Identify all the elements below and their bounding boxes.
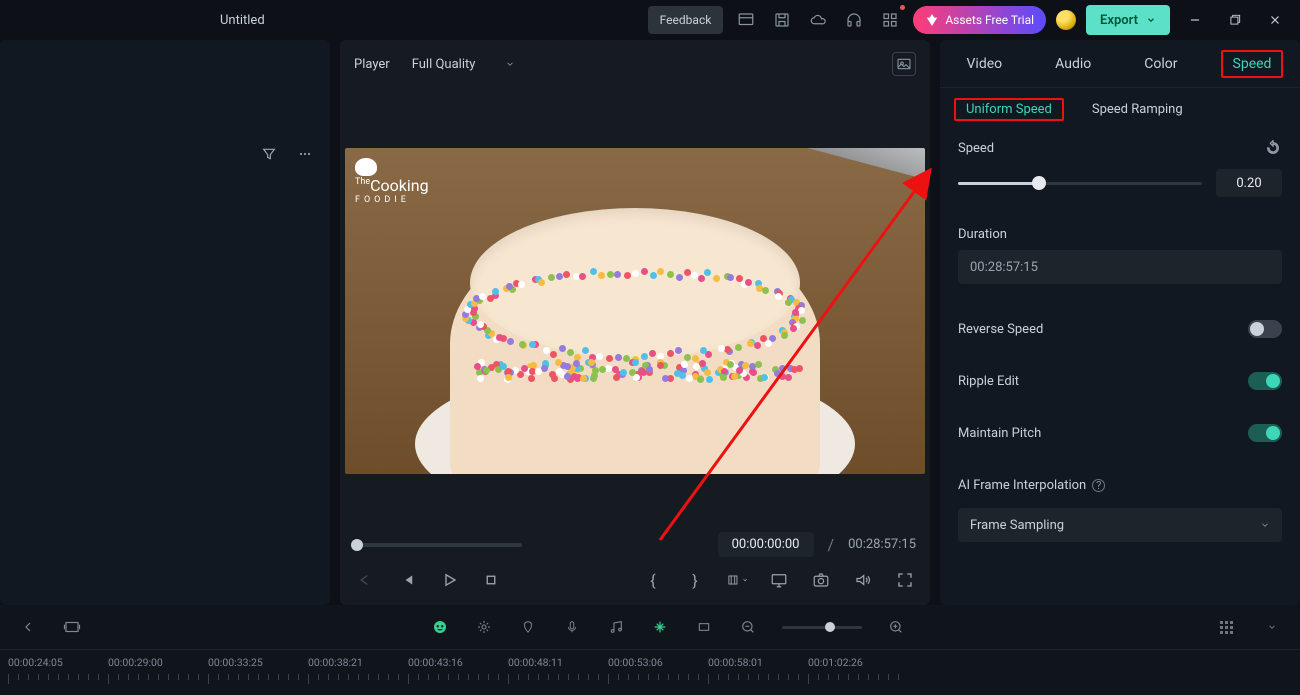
headphones-icon[interactable] [841, 7, 867, 33]
video-watermark: TheCooking FOODIE [355, 158, 429, 205]
time-divider: / [828, 535, 835, 554]
tl-crop-icon[interactable] [694, 617, 714, 637]
tl-chevron-down-icon[interactable] [1262, 617, 1282, 637]
player-panel: Player Full Quality TheCooking FOODIE [340, 40, 930, 605]
reset-speed-icon[interactable] [1264, 139, 1282, 157]
media-panel [0, 40, 330, 605]
volume-icon[interactable] [852, 569, 874, 591]
quality-dropdown[interactable]: Full Quality [404, 53, 524, 76]
ruler-mark: 00:00:58:01 [708, 656, 808, 669]
timeline-panel: 00:00:24:0500:00:29:0000:00:33:2500:00:3… [0, 605, 1300, 695]
inspector-panel: Video Audio Color Speed Uniform Speed Sp… [940, 40, 1300, 605]
mark-out-icon[interactable]: } [684, 569, 706, 591]
maintain-pitch-label: Maintain Pitch [958, 426, 1041, 441]
tl-adjust-icon[interactable] [474, 617, 494, 637]
reverse-speed-toggle[interactable] [1248, 320, 1282, 338]
timeline-back-icon[interactable] [18, 617, 38, 637]
tl-effects-icon[interactable] [650, 617, 670, 637]
speed-subtabs: Uniform Speed Speed Ramping [940, 88, 1300, 121]
ruler-mark: 00:00:24:05 [8, 656, 108, 669]
title-bar: Untitled Feedback Assets Free Trial Expo… [0, 0, 1300, 40]
timeline-ruler[interactable]: 00:00:24:0500:00:29:0000:00:33:2500:00:3… [0, 649, 1300, 695]
chevron-down-icon [505, 59, 515, 69]
speed-value-input[interactable]: 0.20 [1216, 169, 1282, 197]
speed-slider[interactable] [958, 182, 1202, 185]
more-icon[interactable] [296, 145, 314, 163]
ruler-mark: 00:01:02:26 [808, 656, 908, 669]
subtab-uniform-speed[interactable]: Uniform Speed [954, 98, 1064, 121]
tab-audio[interactable]: Audio [1045, 50, 1101, 78]
reverse-speed-label: Reverse Speed [958, 322, 1043, 337]
ruler-mark: 00:00:29:00 [108, 656, 208, 669]
stop-button[interactable] [480, 569, 502, 591]
ai-select-value: Frame Sampling [970, 518, 1064, 533]
assets-label: Assets Free Trial [945, 13, 1034, 27]
apps-icon[interactable] [877, 7, 903, 33]
camera-icon[interactable] [810, 569, 832, 591]
snapshot-icon[interactable] [892, 52, 916, 76]
quality-value: Full Quality [412, 57, 476, 72]
tl-zoom-slider[interactable] [782, 626, 862, 629]
tl-grid-options-icon[interactable] [1218, 617, 1238, 637]
tab-video[interactable]: Video [957, 50, 1013, 78]
export-label: Export [1100, 13, 1138, 28]
inspector-tabs: Video Audio Color Speed [940, 40, 1300, 88]
export-button[interactable]: Export [1086, 5, 1170, 35]
chevron-down-icon [1260, 520, 1270, 530]
ripple-edit-toggle[interactable] [1248, 372, 1282, 390]
video-preview[interactable]: TheCooking FOODIE [345, 148, 925, 474]
speed-label: Speed [958, 141, 994, 156]
seek-slider[interactable] [354, 543, 522, 547]
tl-zoom-out-icon[interactable] [738, 617, 758, 637]
chevron-down-icon [1146, 15, 1156, 25]
player-label: Player [354, 57, 390, 72]
tl-ai-icon[interactable] [430, 617, 450, 637]
display-icon[interactable] [768, 569, 790, 591]
feedback-button[interactable]: Feedback [648, 6, 724, 34]
ruler-mark: 00:00:53:06 [608, 656, 708, 669]
ripple-edit-label: Ripple Edit [958, 374, 1019, 389]
cloud-icon[interactable] [805, 7, 831, 33]
total-time: 00:28:57:15 [848, 537, 916, 552]
window-maximize[interactable] [1220, 5, 1250, 35]
tl-mic-icon[interactable] [562, 617, 582, 637]
window-close[interactable] [1260, 5, 1290, 35]
prev-frame-button [354, 569, 376, 591]
mark-in-icon[interactable]: { [642, 569, 664, 591]
current-time: 00:00:00:00 [718, 532, 814, 557]
profile-avatar[interactable] [1056, 10, 1076, 30]
layout-icon[interactable] [733, 7, 759, 33]
play-button[interactable] [438, 569, 460, 591]
tab-speed[interactable]: Speed [1221, 50, 1284, 78]
diamond-icon [925, 13, 939, 27]
maintain-pitch-toggle[interactable] [1248, 424, 1282, 442]
ai-interpolation-select[interactable]: Frame Sampling [958, 508, 1282, 542]
filter-icon[interactable] [260, 145, 278, 163]
assets-free-trial-button[interactable]: Assets Free Trial [913, 6, 1046, 34]
step-back-button[interactable] [396, 569, 418, 591]
ruler-mark: 00:00:48:11 [508, 656, 608, 669]
tl-music-icon[interactable] [606, 617, 626, 637]
tab-color[interactable]: Color [1134, 50, 1187, 78]
info-icon[interactable]: ? [1092, 479, 1105, 492]
ruler-mark: 00:00:43:16 [408, 656, 508, 669]
tl-zoom-in-icon[interactable] [886, 617, 906, 637]
duration-input[interactable]: 00:28:57:15 [958, 250, 1282, 284]
fullscreen-icon[interactable] [894, 569, 916, 591]
ai-interpolation-label: AI Frame Interpolation [958, 478, 1086, 493]
subtab-speed-ramping[interactable]: Speed Ramping [1082, 98, 1193, 121]
save-icon[interactable] [769, 7, 795, 33]
aspect-crop-icon[interactable] [726, 569, 748, 591]
ruler-mark: 00:00:33:25 [208, 656, 308, 669]
tl-marker-icon[interactable] [518, 617, 538, 637]
document-title: Untitled [220, 13, 265, 28]
duration-label: Duration [958, 227, 1007, 242]
ruler-mark: 00:00:38:21 [308, 656, 408, 669]
window-minimize[interactable] [1180, 5, 1210, 35]
tl-clip-icon[interactable] [62, 617, 82, 637]
preview-area: TheCooking FOODIE [340, 88, 930, 532]
